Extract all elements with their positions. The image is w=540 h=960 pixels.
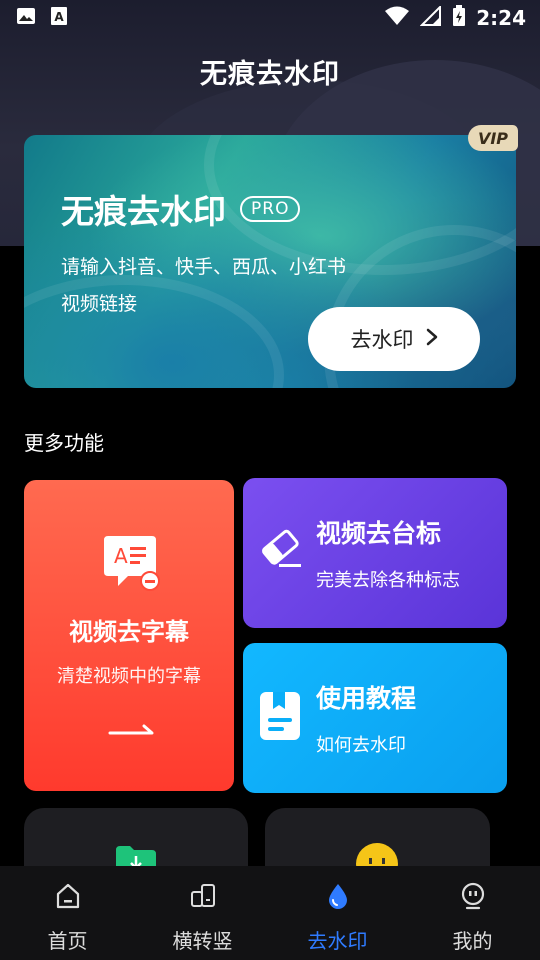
eraser-icon [259, 526, 303, 574]
status-bar: A 2:24 [0, 0, 540, 36]
section-title-more-features: 更多功能 [24, 431, 104, 455]
bookmark-note-icon [259, 691, 301, 745]
signal-icon [419, 4, 442, 31]
pro-badge: PRO [240, 196, 301, 222]
vip-badge: VIP [468, 125, 518, 151]
tab-home[interactable]: 首页 [0, 866, 135, 960]
card-remove-logo-subtitle: 完美去除各种标志 [316, 570, 460, 591]
status-time: 2:24 [476, 6, 526, 30]
tab-profile-label: 我的 [452, 929, 493, 953]
arrow-right-icon [108, 722, 156, 741]
text-a-icon: A [50, 6, 68, 30]
card-remove-subtitles-title: 视频去字幕 [69, 618, 189, 646]
bottom-tab-bar: 首页 横转竖 去水印 我的 [0, 866, 540, 960]
card-tutorial[interactable]: 使用教程 如何去水印 [243, 643, 507, 793]
banner-title-row: 无痕去水印 PRO [61, 185, 301, 233]
tab-profile[interactable]: 我的 [405, 866, 540, 960]
home-icon [54, 882, 82, 915]
banner-title: 无痕去水印 [61, 192, 226, 231]
page-title: 无痕去水印 [200, 59, 340, 90]
card-remove-logo[interactable]: 视频去台标 完美去除各种标志 [243, 478, 507, 628]
tab-remove-watermark-label: 去水印 [307, 929, 368, 953]
banner-description: 请输入抖音、快手、西瓜、小红书视频链接 [61, 256, 347, 315]
tab-remove-watermark[interactable]: 去水印 [270, 866, 405, 960]
rotate-screen-icon [189, 882, 217, 915]
water-drop-icon [324, 882, 352, 915]
subtitle-remove-icon: A [100, 532, 160, 598]
card-tutorial-title: 使用教程 [316, 684, 417, 713]
card-remove-logo-title: 视频去台标 [316, 519, 442, 548]
battery-charging-icon [452, 4, 466, 32]
card-remove-subtitles-subtitle: 清楚视频中的字幕 [57, 666, 201, 687]
tab-rotate[interactable]: 横转竖 [135, 866, 270, 960]
chevron-right-icon [426, 327, 438, 351]
tab-home-label: 首页 [47, 929, 88, 953]
image-icon [16, 7, 36, 29]
svg-text:A: A [114, 544, 128, 568]
profile-icon [459, 882, 487, 915]
wifi-icon [384, 6, 410, 31]
tab-rotate-label: 横转竖 [172, 929, 233, 953]
card-remove-subtitles[interactable]: A 视频去字幕 清楚视频中的字幕 [24, 480, 234, 791]
remove-watermark-button[interactable]: 去水印 [308, 307, 480, 371]
svg-text:A: A [54, 10, 64, 24]
remove-watermark-button-label: 去水印 [350, 328, 414, 352]
watermark-banner: 无痕去水印 PRO 请输入抖音、快手、西瓜、小红书视频链接 去水印 [24, 135, 516, 388]
card-tutorial-subtitle: 如何去水印 [316, 735, 406, 756]
